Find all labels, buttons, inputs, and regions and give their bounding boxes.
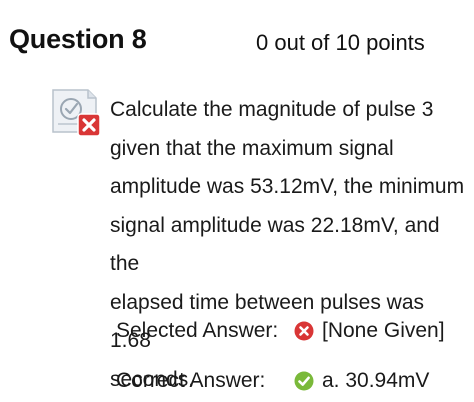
x-circle-icon: [294, 321, 314, 341]
check-circle-icon: [294, 371, 314, 391]
selected-answer-label: Selected Answer:: [116, 319, 279, 342]
question-title: Question 8: [9, 24, 147, 54]
correct-answer-label: Correct Answer:: [116, 369, 266, 392]
selected-answer-row: Selected Answer: [None Given]: [116, 316, 445, 346]
question-line: signal amplitude was 22.18mV, and the: [110, 213, 440, 276]
correct-answer-row: Correct Answer: a. 30.94mV: [116, 366, 429, 396]
incorrect-quiz-icon: [50, 86, 106, 142]
correct-answer-value: a. 30.94mV: [322, 369, 430, 392]
question-line: given that the maximum signal: [110, 136, 394, 160]
question-prompt: Calculate the magnitude of pulse 3 given…: [110, 91, 466, 399]
question-line: Calculate the magnitude of pulse 3: [110, 98, 434, 121]
selected-answer-value: [None Given]: [322, 319, 445, 342]
question-line: amplitude was 53.12mV, the minimum: [110, 175, 465, 198]
question-score: 0 out of 10 points: [256, 30, 425, 55]
